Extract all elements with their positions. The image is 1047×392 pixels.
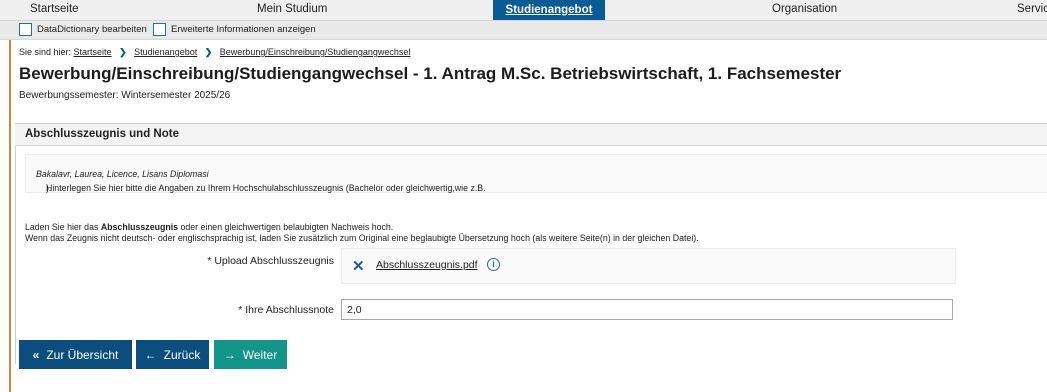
arrow-left-icon: ←	[144, 347, 157, 362]
back-button-label: Zurück	[163, 347, 201, 362]
double-chevron-left-icon: «	[32, 347, 40, 362]
overview-button-label: Zur Übersicht	[46, 347, 119, 362]
page-title: Bewerbung/Einschreibung/Studiengangwechs…	[19, 64, 842, 83]
breadcrumb: Sie sind hier: Startseite ❯ Studienangeb…	[19, 47, 410, 58]
breadcrumb-bewerbung[interactable]: Bewerbung/Einschreibung/Studiengangwechs…	[220, 47, 411, 57]
instruction-line-1: Laden Sie hier das Abschlusszeugnis oder…	[25, 222, 699, 233]
panel-header: Abschlusszeugnis und Note	[15, 124, 1047, 146]
datadictionary-toggle[interactable]: DataDictionary bearbeiten	[19, 23, 147, 36]
datadictionary-checkbox[interactable]	[19, 23, 32, 36]
datadictionary-label: DataDictionary bearbeiten	[37, 24, 147, 35]
instruction-end: oder einen gleichwertigen belaubigten Na…	[178, 222, 394, 232]
chevron-right-icon: ❯	[119, 47, 127, 57]
breadcrumb-prefix: Sie sind hier:	[19, 47, 72, 57]
back-button[interactable]: ← Zurück	[136, 340, 209, 369]
nav-item-organisation[interactable]: Organisation	[772, 3, 837, 15]
breadcrumb-studienangebot[interactable]: Studienangebot	[134, 47, 197, 57]
instruction-bold: Abschlusszeugnis	[100, 222, 179, 232]
chevron-right-icon: ❯	[204, 47, 213, 57]
info-icon[interactable]: i	[487, 258, 500, 271]
extended-info-toggle[interactable]: Erweiterte Informationen anzeigen	[153, 23, 316, 36]
nav-item-studienangebot[interactable]: Studienangebot	[493, 0, 605, 20]
grade-label: * Ihre Abschlussnote	[238, 304, 334, 316]
overview-button[interactable]: « Zur Übersicht	[19, 340, 132, 369]
uploaded-file-link[interactable]: Abschlusszeugnis.pdf	[376, 259, 478, 271]
hint-text-start: Hinterlegen Sie hier bitte die Angaben z…	[46, 183, 486, 193]
hint-text: Hinterlegen Sie hier bitte die Angaben z…	[36, 169, 486, 193]
hint-box: Hinterlegen Sie hier bitte die Angaben z…	[25, 154, 1047, 193]
instruction-start: Laden Sie hier das	[25, 222, 101, 232]
next-button-label: Weiter	[242, 347, 278, 362]
instruction-line-2: Wenn das Zeugnis nicht deutsch- oder eng…	[25, 233, 699, 243]
extended-info-checkbox[interactable]	[153, 23, 166, 36]
hint-text-end: ).	[46, 183, 52, 193]
tool-bar: DataDictionary bearbeiten Erweiterte Inf…	[0, 21, 1047, 40]
hint-examples: Bakalavr, Laurea, Licence, Lisans Diplom…	[36, 169, 209, 179]
nav-item-mein-studium[interactable]: Mein Studium	[257, 3, 327, 15]
application-semester: Bewerbungssemester: Wintersemester 2025/…	[19, 90, 231, 101]
grade-input[interactable]	[341, 299, 953, 320]
nav-item-service[interactable]: Servic	[1017, 3, 1047, 15]
next-button[interactable]: → Weiter	[214, 340, 287, 369]
extended-info-label: Erweiterte Informationen anzeigen	[171, 24, 316, 35]
top-navigation: Startseite Mein Studium Studienangebot O…	[0, 0, 1047, 21]
nav-item-startseite[interactable]: Startseite	[30, 3, 79, 15]
upload-label: * Upload Abschlusszeugnis	[207, 255, 334, 267]
breadcrumb-startseite[interactable]: Startseite	[74, 47, 112, 57]
left-accent-rule	[9, 0, 11, 392]
upload-instructions: Laden Sie hier das Abschlusszeugnis oder…	[25, 222, 699, 244]
close-icon[interactable]: ✕	[352, 257, 365, 275]
arrow-right-icon: →	[223, 347, 236, 362]
panel-heading: Abschlusszeugnis und Note	[25, 128, 179, 140]
upload-field: ✕ Abschlusszeugnis.pdf i	[341, 248, 956, 284]
